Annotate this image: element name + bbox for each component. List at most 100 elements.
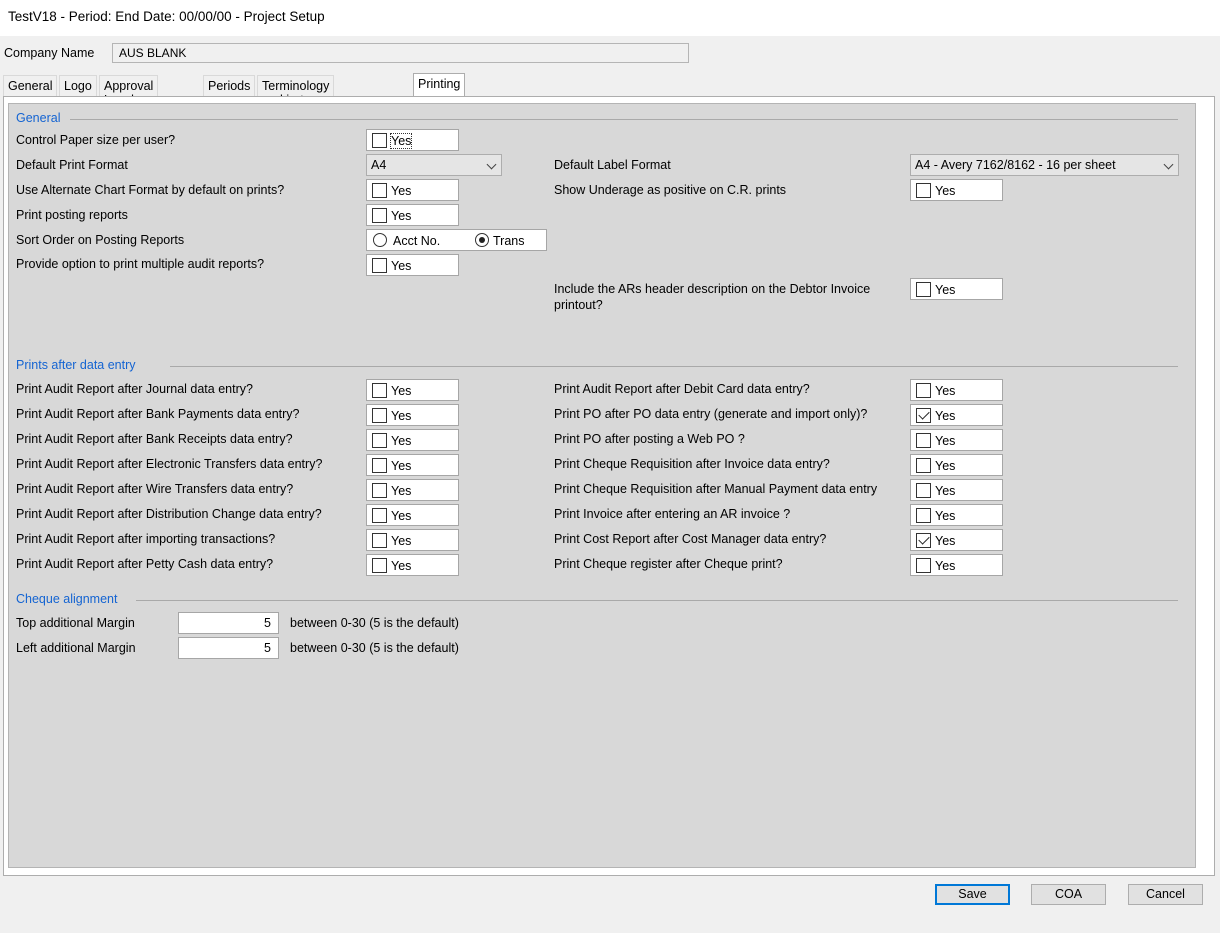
- section-divider: [70, 119, 1178, 120]
- prints-after-checkbox[interactable]: Yes: [366, 379, 459, 401]
- radio-acct-no-label: Acct No.: [393, 234, 441, 248]
- tab-logo[interactable]: Logo: [59, 75, 97, 96]
- prints-after-label: Print Cheque register after Cheque print…: [554, 557, 783, 571]
- prints-after-label: Print Audit Report after Bank Receipts d…: [16, 432, 293, 446]
- top-margin-label: Top additional Margin: [16, 616, 135, 630]
- prints-after-label: Print Audit Report after Debit Card data…: [554, 382, 810, 396]
- checkbox-label: Yes: [391, 184, 412, 198]
- save-button[interactable]: Save: [935, 884, 1010, 905]
- posting-reports-label: Print posting reports: [16, 208, 128, 222]
- cancel-button[interactable]: Cancel: [1128, 884, 1203, 905]
- section-cheque-alignment-heading: Cheque alignment: [16, 592, 118, 606]
- checkbox-label: Yes: [391, 209, 412, 223]
- prints-after-label: Print Audit Report after Journal data en…: [16, 382, 253, 396]
- checkbox-checked[interactable]: [916, 408, 931, 423]
- default-label-format-select[interactable]: A4 - Avery 7162/8162 - 16 per sheet: [910, 154, 1179, 176]
- prints-after-checkbox[interactable]: Yes: [366, 404, 459, 426]
- checkbox-checked[interactable]: [916, 533, 931, 548]
- prints-after-checkbox[interactable]: Yes: [366, 479, 459, 501]
- prints-after-checkbox[interactable]: Yes: [910, 454, 1003, 476]
- checkbox-box[interactable]: [372, 133, 387, 148]
- section-prints-after-heading: Prints after data entry: [16, 358, 136, 372]
- checkbox-label: Yes: [935, 283, 956, 297]
- tab-terminology[interactable]: Terminology and in-trays: [257, 75, 335, 107]
- checkbox-box[interactable]: [372, 533, 387, 548]
- tab-approval-levels[interactable]: Approval Levels: [99, 75, 159, 107]
- checkbox-box[interactable]: [916, 383, 931, 398]
- underage-checkbox[interactable]: Yes: [910, 179, 1003, 201]
- checkbox-label: Yes: [935, 409, 956, 423]
- prints-after-checkbox[interactable]: Yes: [910, 429, 1003, 451]
- top-margin-hint: between 0-30 (5 is the default): [290, 616, 459, 630]
- underage-label: Show Underage as positive on C.R. prints: [554, 183, 787, 197]
- multiple-audit-label: Provide option to print multiple audit r…: [16, 257, 265, 271]
- checkbox-label: Yes: [391, 384, 412, 398]
- radio-trans[interactable]: [475, 233, 489, 247]
- left-margin-label: Left additional Margin: [16, 641, 136, 655]
- top-margin-input[interactable]: 5: [178, 612, 279, 634]
- multiple-audit-checkbox[interactable]: Yes: [366, 254, 459, 276]
- checkbox-label: Yes: [391, 434, 412, 448]
- checkbox-label: Yes: [391, 259, 412, 273]
- checkbox-box[interactable]: [372, 383, 387, 398]
- prints-after-checkbox[interactable]: Yes: [910, 529, 1003, 551]
- default-print-format-label: Default Print Format: [16, 158, 128, 172]
- checkbox-box[interactable]: [372, 208, 387, 223]
- tab-printing[interactable]: Printing: [413, 73, 466, 97]
- select-value: A4 - Avery 7162/8162 - 16 per sheet: [915, 158, 1116, 172]
- posting-reports-checkbox[interactable]: Yes: [366, 204, 459, 226]
- tab-general[interactable]: General: [3, 75, 58, 96]
- alt-chart-checkbox[interactable]: Yes: [366, 179, 459, 201]
- prints-after-checkbox[interactable]: Yes: [366, 429, 459, 451]
- prints-after-checkbox[interactable]: Yes: [366, 454, 459, 476]
- default-print-format-select[interactable]: A4: [366, 154, 502, 176]
- checkbox-box[interactable]: [372, 408, 387, 423]
- prints-after-checkbox[interactable]: Yes: [910, 479, 1003, 501]
- checkbox-box[interactable]: [916, 433, 931, 448]
- radio-acct-no[interactable]: [373, 233, 387, 247]
- sort-order-radio-group: Acct No. Trans: [366, 229, 547, 251]
- checkbox-label: Yes: [935, 559, 956, 573]
- checkbox-box[interactable]: [372, 483, 387, 498]
- checkbox-box[interactable]: [916, 183, 931, 198]
- select-value: A4: [371, 158, 387, 172]
- checkbox-box[interactable]: [372, 183, 387, 198]
- prints-after-label: Print Cheque Requisition after Invoice d…: [554, 457, 830, 471]
- ars-header-checkbox[interactable]: Yes: [910, 278, 1003, 300]
- prints-after-label: Print PO after posting a Web PO ?: [554, 432, 745, 446]
- prints-after-label: Print PO after PO data entry (generate a…: [554, 407, 868, 421]
- ars-header-label-line1: Include the ARs header description on th…: [554, 282, 871, 296]
- prints-after-checkbox[interactable]: Yes: [366, 529, 459, 551]
- left-margin-input[interactable]: 5: [178, 637, 279, 659]
- checkbox-label: Yes: [935, 184, 956, 198]
- checkbox-box[interactable]: [916, 508, 931, 523]
- tab-periods[interactable]: Periods: [203, 75, 256, 96]
- checkbox-box[interactable]: [916, 558, 931, 573]
- checkbox-box[interactable]: [916, 458, 931, 473]
- prints-after-checkbox[interactable]: Yes: [366, 554, 459, 576]
- prints-after-label: Print Audit Report after Distribution Ch…: [16, 507, 322, 521]
- alt-chart-label: Use Alternate Chart Format by default on…: [16, 183, 285, 197]
- prints-after-checkbox[interactable]: Yes: [910, 379, 1003, 401]
- checkbox-box[interactable]: [372, 433, 387, 448]
- section-general-heading: General: [16, 111, 61, 125]
- prints-after-checkbox[interactable]: Yes: [366, 504, 459, 526]
- coa-button[interactable]: COA: [1031, 884, 1106, 905]
- checkbox-box[interactable]: [916, 483, 931, 498]
- default-label-format-label: Default Label Format: [554, 158, 671, 172]
- prints-after-checkbox[interactable]: Yes: [910, 554, 1003, 576]
- checkbox-box[interactable]: [372, 558, 387, 573]
- company-name-field: AUS BLANK: [112, 43, 689, 63]
- prints-after-checkbox[interactable]: Yes: [910, 504, 1003, 526]
- sort-order-label: Sort Order on Posting Reports: [16, 233, 185, 247]
- radio-trans-label: Trans: [493, 234, 525, 248]
- prints-after-label: Print Audit Report after Wire Transfers …: [16, 482, 294, 496]
- chevron-down-icon: [486, 159, 497, 170]
- prints-after-checkbox[interactable]: Yes: [910, 404, 1003, 426]
- checkbox-box[interactable]: [372, 508, 387, 523]
- control-paper-checkbox[interactable]: Yes: [366, 129, 459, 151]
- checkbox-box[interactable]: [372, 258, 387, 273]
- prints-after-label: Print Audit Report after Electronic Tran…: [16, 457, 323, 471]
- checkbox-box[interactable]: [916, 282, 931, 297]
- checkbox-box[interactable]: [372, 458, 387, 473]
